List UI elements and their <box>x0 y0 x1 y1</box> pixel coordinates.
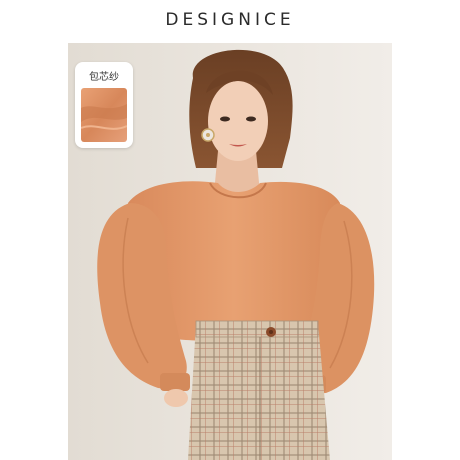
brand-logo: DESIGNICE <box>165 10 295 30</box>
fabric-label: 包芯纱 <box>89 72 119 83</box>
fabric-texture-image <box>81 88 127 142</box>
fabric-swatch-badge: 包芯纱 <box>75 62 133 148</box>
